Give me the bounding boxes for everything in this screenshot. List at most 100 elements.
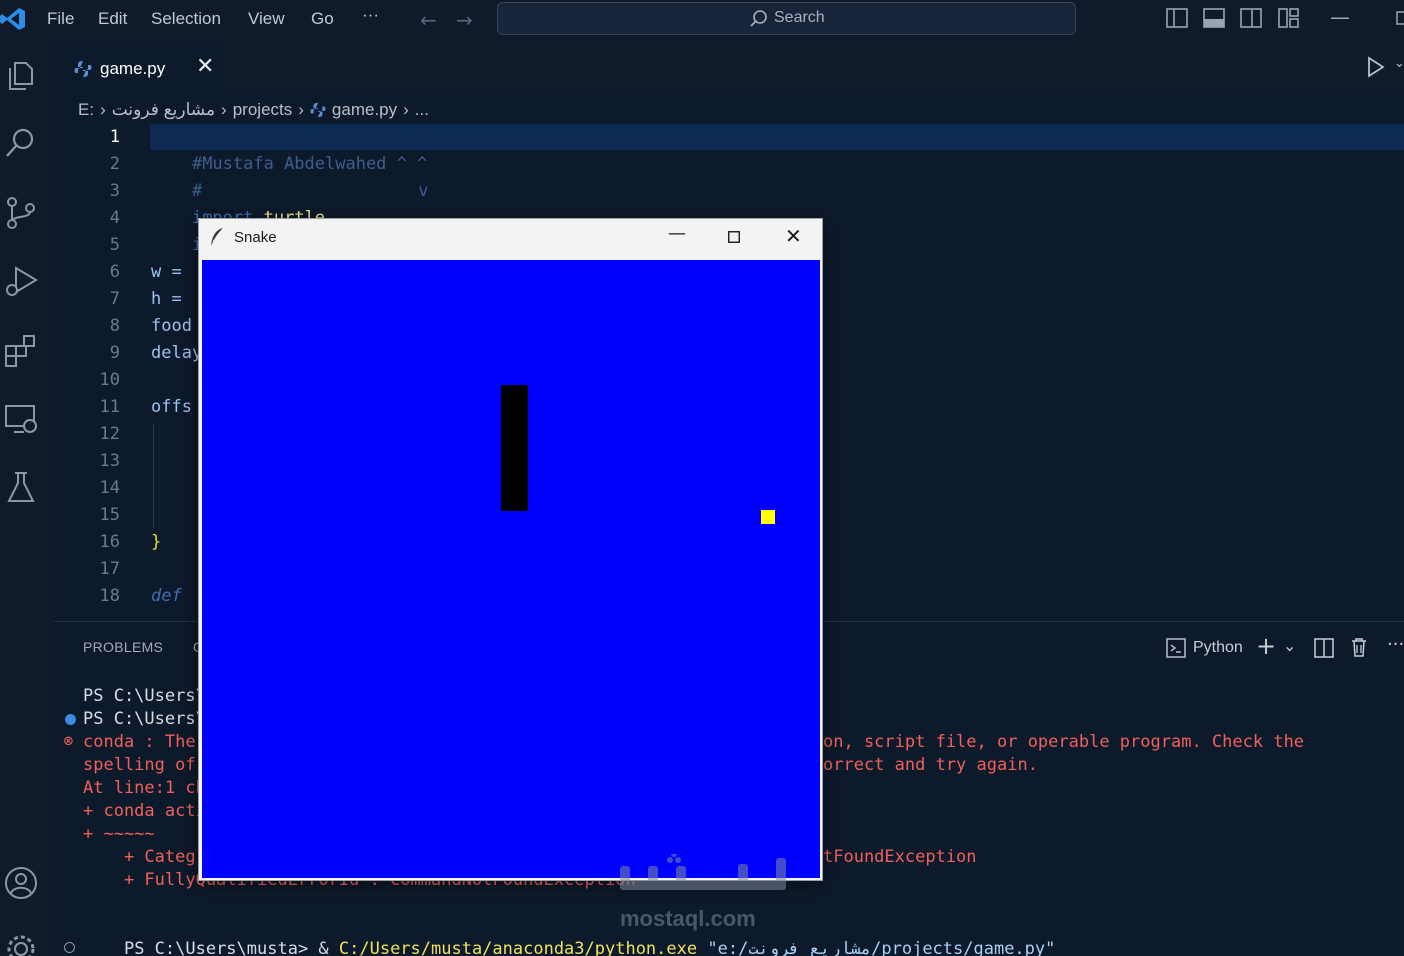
line-number: 16: [99, 532, 120, 552]
search-placeholder: Search: [774, 9, 825, 26]
command-pending-dot-icon[interactable]: [64, 942, 75, 953]
maximize-window-icon[interactable]: [1394, 8, 1404, 26]
panel-more-actions-icon[interactable]: ···: [1387, 634, 1404, 655]
activity-bar: [0, 38, 54, 956]
testing-flask-icon[interactable]: [4, 470, 38, 504]
menu-file[interactable]: File: [47, 9, 74, 29]
snake-window-titlebar[interactable]: Snake — ✕: [199, 219, 822, 257]
menu-view[interactable]: View: [248, 9, 285, 29]
menu-edit[interactable]: Edit: [98, 9, 127, 29]
python-file-icon: [74, 61, 92, 77]
terminal-line: PS C:\Users\: [83, 709, 206, 729]
line-number: 14: [99, 478, 120, 498]
indent-guide: [153, 424, 154, 528]
search-icon: [750, 10, 767, 27]
line-number: 18: [99, 586, 120, 606]
mostaql-watermark-logo: mostaql.com: [620, 854, 786, 931]
terminal-argument: "e:/مشاريع فرونت/projects/game.py": [697, 939, 1056, 956]
snake-window-title: Snake: [234, 229, 277, 246]
tab-game-py[interactable]: game.py ✕: [54, 46, 224, 94]
python-file-icon: [310, 102, 326, 118]
command-center-search[interactable]: Search: [497, 2, 1076, 35]
new-terminal-plus-icon[interactable]: +: [1256, 632, 1276, 660]
keyword: def: [151, 586, 192, 606]
command-success-dot-icon[interactable]: [65, 714, 76, 725]
line-number: 15: [99, 505, 120, 525]
breadcrumb-folder-projects[interactable]: projects: [233, 100, 293, 120]
customize-layout-icon[interactable]: [1278, 8, 1300, 28]
minimize-window-icon[interactable]: —: [668, 223, 686, 244]
breadcrumb-more[interactable]: ...: [415, 100, 429, 120]
closing-brace: }: [151, 532, 162, 552]
code-line-6: w =: [151, 259, 192, 286]
line-number: 12: [99, 424, 120, 444]
line-number: 13: [99, 451, 120, 471]
extensions-icon[interactable]: [4, 334, 38, 368]
terminal-prompt: PS C:\Users\musta> &: [123, 939, 339, 956]
remote-explorer-icon[interactable]: [4, 402, 38, 436]
back-arrow-icon[interactable]: ←: [420, 8, 437, 32]
terminal-line: on, script file, or operable program. Ch…: [823, 732, 1305, 752]
code-line-7: h =: [151, 286, 192, 313]
breadcrumb-folder-arabic[interactable]: مشاريع فرونت: [112, 100, 215, 120]
terminal-line: spelling of: [83, 755, 206, 775]
split-terminal-icon[interactable]: [1314, 638, 1334, 658]
command-error-icon[interactable]: ⊗: [63, 734, 74, 749]
source-control-icon[interactable]: [4, 196, 38, 230]
terminal-command-line: PS C:\Users\musta> & C:/Users/musta/anac…: [83, 915, 1055, 956]
editor-tabs: game.py ✕ ⌄: [54, 38, 1404, 94]
terminal-icon: [1166, 638, 1186, 658]
code-line-8: food: [151, 313, 192, 340]
breadcrumb-file[interactable]: game.py: [332, 100, 397, 120]
terminal-line: + ~~~~~: [83, 824, 155, 844]
close-tab-icon[interactable]: ✕: [196, 54, 214, 79]
toggle-panel-icon[interactable]: [1203, 8, 1225, 28]
toggle-primary-sidebar-icon[interactable]: [1166, 8, 1188, 28]
code-line-2: # v: [151, 151, 429, 201]
code-text: offs: [151, 397, 192, 417]
line-number: 7: [109, 289, 120, 309]
run-dropdown-chevron-icon[interactable]: ⌄: [1394, 56, 1404, 71]
line-number: 10: [99, 370, 120, 390]
accounts-icon[interactable]: [4, 866, 38, 900]
snake-body: [501, 385, 528, 511]
terminal-dropdown-chevron-icon[interactable]: ⌄: [1283, 636, 1296, 655]
snake-food: [761, 510, 775, 524]
line-number: 11: [99, 397, 120, 417]
forward-arrow-icon[interactable]: →: [456, 8, 473, 32]
line-number: 1: [109, 127, 120, 147]
terminal-executable: C:/Users/musta/anaconda3/python.exe: [338, 939, 698, 956]
line-number: 3: [109, 181, 120, 201]
line-number: 9: [109, 343, 120, 363]
code-text: w =: [151, 262, 192, 282]
code-text: food: [151, 316, 192, 336]
manage-gear-icon[interactable]: [4, 932, 38, 956]
line-number: 4: [109, 208, 120, 228]
code-line-11: offs: [151, 394, 192, 421]
terminal-name[interactable]: Python: [1193, 639, 1243, 657]
tab-problems[interactable]: PROBLEMS: [83, 639, 163, 655]
menu-go[interactable]: Go: [311, 9, 334, 29]
line-number: 17: [99, 559, 120, 579]
terminal-line: + Categ: [83, 847, 196, 867]
breadcrumb-drive[interactable]: E:: [78, 100, 94, 120]
code-text: delay: [151, 343, 203, 363]
explorer-icon[interactable]: [4, 58, 38, 92]
toggle-secondary-sidebar-icon[interactable]: [1240, 8, 1262, 28]
kill-terminal-trash-icon[interactable]: [1350, 637, 1368, 657]
run-and-debug-icon[interactable]: [4, 264, 38, 298]
snake-game-canvas[interactable]: [202, 260, 820, 878]
menu-selection[interactable]: Selection: [151, 9, 221, 29]
code-line-16: }: [151, 529, 161, 556]
snake-game-window[interactable]: Snake — ✕: [198, 218, 823, 881]
run-python-file-icon[interactable]: [1366, 56, 1386, 78]
maximize-window-icon[interactable]: [728, 231, 740, 243]
line-number: 2: [109, 154, 120, 174]
code-text: h =: [151, 289, 192, 309]
line-number: 5: [109, 235, 120, 255]
line-number: 8: [109, 316, 120, 336]
search-sidebar-icon[interactable]: [4, 126, 38, 160]
minimize-window-icon[interactable]: —: [1330, 5, 1350, 29]
menu-more[interactable]: ···: [362, 5, 379, 25]
close-window-icon[interactable]: ✕: [785, 224, 802, 248]
